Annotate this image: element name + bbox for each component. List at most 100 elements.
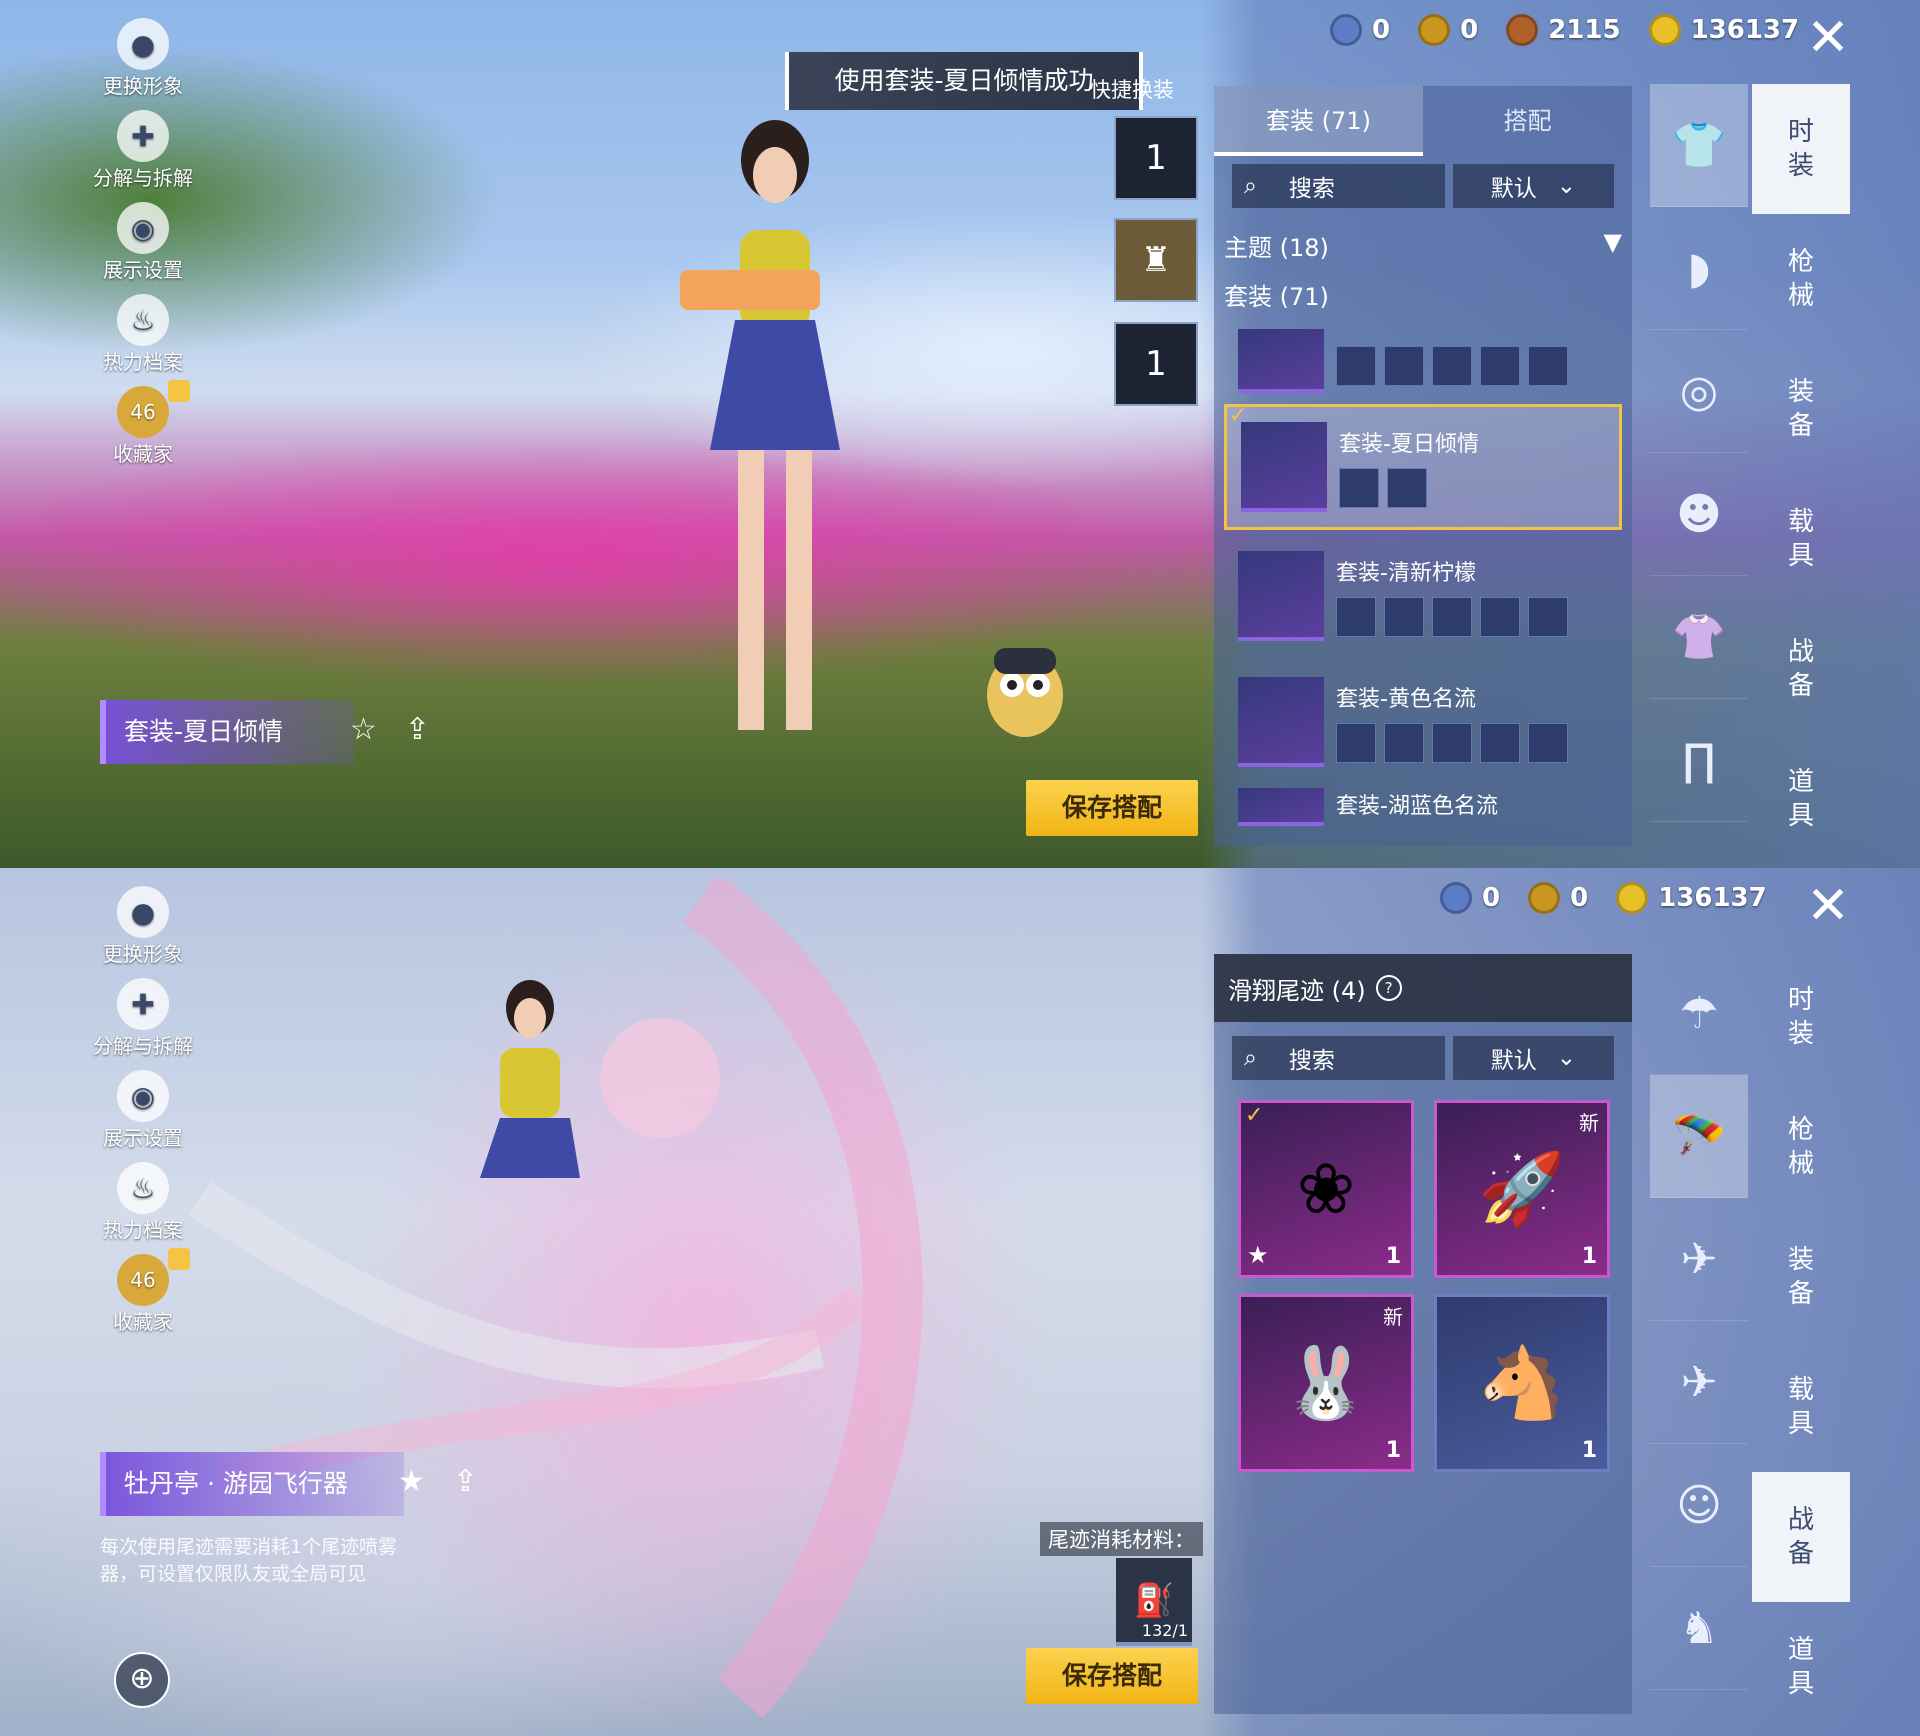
nav-label: 战备 <box>1787 637 1814 701</box>
trail-item[interactable]: 新 🚀 1 <box>1434 1100 1610 1278</box>
nav-gear[interactable]: 战备 <box>1752 1472 1850 1602</box>
hair-category-icon[interactable]: ◗ <box>1650 207 1748 330</box>
nav-vehicles[interactable]: 载具 <box>1752 474 1850 604</box>
drone-category-icon[interactable]: ✈ <box>1650 1198 1748 1321</box>
nav-fashion[interactable]: 时装 <box>1752 952 1850 1082</box>
trail-item[interactable]: 🐴 1 <box>1434 1294 1610 1472</box>
zoom-in-button[interactable]: ⊕ <box>114 1652 170 1708</box>
nav-equipment[interactable]: 装备 <box>1752 1212 1850 1342</box>
triangle-down-icon: ▼ <box>1603 228 1622 256</box>
save-outfit-button[interactable]: 保存搭配 <box>1026 1648 1198 1704</box>
trophy-lock-icon: ♜ <box>1140 240 1172 280</box>
parachute-category-icon[interactable]: ☂ <box>1650 952 1748 1075</box>
list-item[interactable]: 套装-黄色名流 <box>1224 662 1622 782</box>
close-button[interactable]: ✕ <box>1798 880 1858 932</box>
heat-profile-button[interactable]: ♨ 热力档案 <box>88 1162 198 1254</box>
collector-button[interactable]: 46 收藏家 <box>88 380 198 478</box>
display-settings-button[interactable]: ◉ 展示设置 <box>88 202 198 294</box>
heat-profile-button[interactable]: ♨ 热力档案 <box>88 294 198 386</box>
top-screen: ● 更换形象 ✚ 分解与拆解 ◉ 展示设置 ♨ 热力档案 46 收藏家 0 0 … <box>0 0 1920 868</box>
theme-label: 主题 (18) <box>1224 234 1329 262</box>
pants-category-icon[interactable]: ∏ <box>1650 699 1748 822</box>
display-settings-button[interactable]: ◉ 展示设置 <box>88 1070 198 1162</box>
decompose-button[interactable]: ✚ 分解与拆解 <box>88 978 198 1070</box>
share-icon[interactable]: ⇪ <box>453 1464 478 1499</box>
change-avatar-button[interactable]: ● 更换形象 <box>88 886 198 978</box>
list-item-selected[interactable]: ✓ 套装-夏日倾情 <box>1224 403 1622 530</box>
person-icon: ● <box>117 886 169 938</box>
collector-button[interactable]: 46 收藏家 <box>88 1248 198 1346</box>
sort-dropdown[interactable]: 默认 ⌄ <box>1452 1036 1614 1080</box>
save-outfit-button[interactable]: 保存搭配 <box>1026 780 1198 836</box>
nav-equipment[interactable]: 装备 <box>1752 344 1850 474</box>
nav-gear[interactable]: 战备 <box>1752 604 1850 734</box>
nav-weapons[interactable]: 枪械 <box>1752 214 1850 344</box>
outfit-thumbnail <box>1238 677 1324 767</box>
menu-label: 更换形象 <box>103 942 183 966</box>
sort-dropdown[interactable]: 默认 ⌄ <box>1452 164 1614 208</box>
change-avatar-button[interactable]: ● 更换形象 <box>88 18 198 110</box>
item-row <box>1339 468 1479 508</box>
favorite-star-icon[interactable]: ☆ <box>350 712 377 747</box>
help-icon[interactable]: ? <box>1375 975 1402 1001</box>
menu-label: 收藏家 <box>113 1310 173 1334</box>
gift-badge-icon <box>168 380 190 402</box>
emote-category-icon[interactable]: ☺ <box>1650 1444 1748 1567</box>
blue-coin-icon <box>1440 882 1472 914</box>
nav-items[interactable]: 道具 <box>1752 1602 1850 1732</box>
top-category-icon[interactable]: 👚 <box>1650 576 1748 699</box>
glide-trail-category-icon[interactable]: 🪂 <box>1650 1075 1748 1198</box>
nav-items[interactable]: 道具 <box>1752 734 1850 864</box>
menu-label: 热力档案 <box>103 1218 183 1242</box>
bronze-coin-icon <box>1506 14 1539 46</box>
list-item[interactable]: 套装-湖蓝色名流 <box>1224 788 1622 828</box>
nav-label: 装备 <box>1787 1245 1814 1309</box>
quick-change-label: 快捷换装 <box>1090 78 1174 102</box>
search-input[interactable]: ⌕ 搜索 <box>1232 1036 1445 1080</box>
mask-category-icon[interactable]: ☻ <box>1650 453 1748 576</box>
close-button[interactable]: ✕ <box>1798 12 1858 64</box>
menu-label: 收藏家 <box>113 442 173 466</box>
trophy-slot-locked[interactable]: ♜ <box>1114 218 1198 302</box>
eye-icon: ◉ <box>117 1070 169 1122</box>
trail-description: 每次使用尾迹需要消耗1个尾迹喷雾器，可设置仅限队友或全局可见 <box>100 1536 398 1585</box>
spray-can-icon: ⛽ <box>1134 1581 1174 1619</box>
search-row: ⌕ 搜索 默认 ⌄ <box>1214 1022 1632 1088</box>
person-icon: ● <box>117 18 169 70</box>
theme-filter[interactable]: 主题 (18) ▼ <box>1214 216 1632 275</box>
nav-label: 道具 <box>1787 767 1814 831</box>
decompose-button[interactable]: ✚ 分解与拆解 <box>88 110 198 202</box>
glasses-category-icon[interactable]: ◎ <box>1650 330 1748 453</box>
tab-outfits[interactable]: 套装 (71) <box>1214 86 1423 156</box>
eye-icon: ◉ <box>117 202 169 254</box>
menu-label: 热力档案 <box>103 350 183 374</box>
list-item-partial[interactable] <box>1224 324 1622 398</box>
bottom-screen: ● 更换形象 ✚ 分解与拆解 ◉ 展示设置 ♨ 热力档案 46 收藏家 0 0 … <box>0 868 1920 1736</box>
hanger-icon: 1 <box>1145 138 1167 178</box>
list-item[interactable]: 套装-清新柠檬 <box>1224 536 1622 656</box>
tab-combos[interactable]: 搭配 <box>1423 86 1632 156</box>
currency-bar: 0 0 136137 <box>1440 882 1767 914</box>
gold-coin-icon <box>1648 14 1681 46</box>
item-count: 1 <box>1581 1244 1597 1269</box>
item-icon <box>1432 346 1472 386</box>
hanger-slot-2[interactable]: 1 <box>1114 322 1198 406</box>
trail-item[interactable]: 新 🐰 1 <box>1238 1294 1414 1472</box>
spray-material-slot[interactable]: ⛽ 132/1 <box>1116 1558 1192 1646</box>
share-icon[interactable]: ⇪ <box>405 712 430 747</box>
search-input[interactable]: ⌕ 搜索 <box>1232 164 1445 208</box>
outfit-category-icon[interactable]: 👕 <box>1650 84 1748 207</box>
sort-label: 默认 <box>1490 176 1537 202</box>
robot-category-icon[interactable]: ♞ <box>1650 1567 1748 1690</box>
item-icon <box>1339 468 1379 508</box>
nav-weapons[interactable]: 枪械 <box>1752 1082 1850 1212</box>
nav-fashion[interactable]: 时装 <box>1752 84 1850 214</box>
trail-item-selected[interactable]: ✓ ❀ ★ 1 <box>1238 1100 1414 1278</box>
favorite-star-icon[interactable]: ★ <box>398 1464 425 1499</box>
currency-value: 2115 <box>1548 15 1621 45</box>
outfit-thumbnail <box>1238 788 1324 826</box>
plane-category-icon[interactable]: ✈ <box>1650 1321 1748 1444</box>
nav-vehicles[interactable]: 载具 <box>1752 1342 1850 1472</box>
search-icon: ⌕ <box>1244 173 1257 199</box>
hanger-slot-1[interactable]: 1 <box>1114 116 1198 200</box>
